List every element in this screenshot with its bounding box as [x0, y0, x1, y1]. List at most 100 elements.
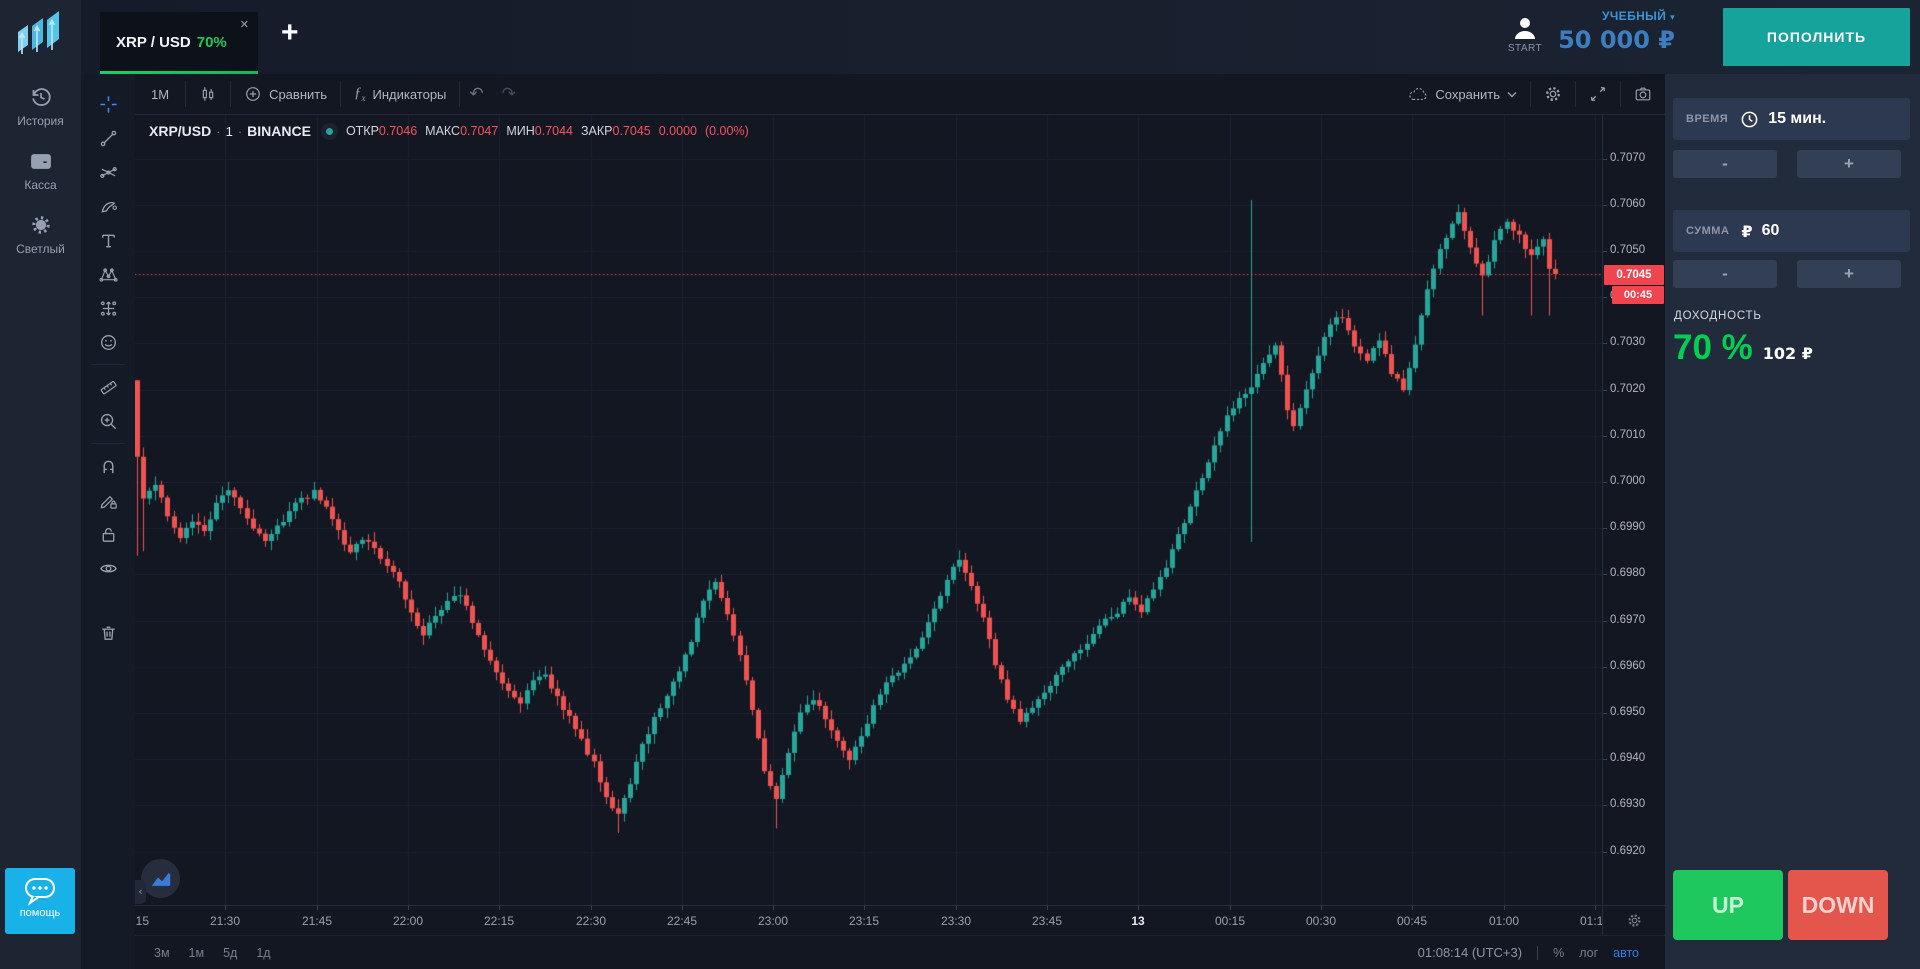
- price-axis[interactable]: 0.7045 00:45 0.70700.70600.70500.70400.7…: [1602, 115, 1665, 905]
- redo-button[interactable]: ↷: [493, 80, 525, 108]
- candlestick-canvas[interactable]: [135, 115, 1602, 905]
- toolbar-separator: [91, 443, 125, 444]
- text-tool[interactable]: [91, 223, 125, 257]
- range-button-3m[interactable]: 3м: [154, 946, 170, 960]
- time-tick-label: 23:30: [932, 914, 980, 928]
- save-layout-button[interactable]: Сохранить: [1395, 80, 1530, 108]
- deposit-button[interactable]: ПОПОЛНИТЬ: [1723, 8, 1910, 66]
- close-icon[interactable]: ✕: [240, 18, 249, 31]
- sidebar-item-label: История: [0, 114, 81, 128]
- price-tick-label: 0.6920: [1610, 845, 1664, 857]
- circle-plus-icon: [244, 85, 262, 103]
- range-button-5d[interactable]: 5д: [223, 946, 237, 960]
- up-trade-button[interactable]: UP: [1673, 870, 1783, 940]
- expiry-time-field[interactable]: ВРЕМЯ 15 мин.: [1673, 98, 1910, 140]
- account-avatar[interactable]: START: [1502, 15, 1548, 54]
- down-trade-button[interactable]: DOWN: [1788, 870, 1888, 940]
- balance-block: УЧЕБНЫЙ ▾ 50 000 ₽: [1558, 9, 1675, 54]
- time-tickmark: [408, 906, 409, 910]
- help-button-label: помощь: [5, 907, 75, 919]
- time-field-label: ВРЕМЯ: [1686, 113, 1728, 125]
- camera-icon: [1634, 85, 1652, 103]
- remove-all-tool[interactable]: [91, 615, 125, 649]
- time-minus-button[interactable]: -: [1673, 150, 1777, 178]
- history-icon: [0, 85, 81, 109]
- price-tickmark: [1603, 159, 1607, 160]
- price-tick-label: 0.7030: [1610, 336, 1664, 348]
- axis-settings-corner[interactable]: [1602, 905, 1665, 935]
- amount-minus-button[interactable]: -: [1673, 260, 1777, 288]
- help-button[interactable]: помощь: [5, 868, 75, 934]
- time-tick-label: 21:15: [135, 914, 158, 928]
- sidebar-item-history[interactable]: История: [0, 74, 81, 138]
- clock-utc[interactable]: 01:08:14 (UTC+3): [1418, 945, 1522, 960]
- price-tickmark: [1603, 297, 1607, 298]
- time-tickmark: [317, 906, 318, 910]
- fullscreen-button[interactable]: [1576, 80, 1620, 108]
- amount-field[interactable]: СУММА ₽ 60: [1673, 210, 1910, 252]
- range-button-1d[interactable]: 1д: [256, 946, 270, 960]
- ruler-tool[interactable]: [91, 370, 125, 404]
- compare-button[interactable]: Сравнить: [231, 80, 340, 108]
- price-tickmark: [1603, 343, 1607, 344]
- legend-change: 0.0000: [659, 124, 697, 138]
- sidebar-item-label: Касса: [0, 178, 81, 192]
- emoji-tool[interactable]: [91, 325, 125, 359]
- percent-scale-toggle[interactable]: %: [1553, 946, 1564, 960]
- undo-button[interactable]: ↶: [460, 80, 492, 108]
- tradingview-logo-button[interactable]: [141, 859, 180, 898]
- chart-style-button[interactable]: [186, 80, 230, 108]
- time-tickmark: [1321, 906, 1322, 910]
- brush-tool[interactable]: [91, 189, 125, 223]
- legend-symbol[interactable]: XRP/USD: [149, 123, 211, 139]
- time-axis[interactable]: 21:1521:3021:4522:0022:1522:3022:4523:00…: [135, 905, 1602, 935]
- trend-line-tool[interactable]: [91, 121, 125, 155]
- time-tick-label: 22:00: [384, 914, 432, 928]
- log-scale-toggle[interactable]: лог: [1579, 946, 1598, 960]
- xabcd-pattern-tool[interactable]: [91, 257, 125, 291]
- long-position-tool[interactable]: [91, 291, 125, 325]
- trade-panel: ВРЕМЯ 15 мин. - + СУММА ₽ 60 - + ДОХОДНО…: [1665, 74, 1920, 969]
- range-button-1m[interactable]: 1м: [189, 946, 205, 960]
- sidebar-item-theme[interactable]: Светлый: [0, 202, 81, 266]
- add-tab-button[interactable]: +: [281, 18, 299, 48]
- last-price-badge: 0.7045: [1604, 265, 1664, 285]
- auto-scale-toggle[interactable]: авто: [1613, 946, 1639, 960]
- legend-change-pct: (0.00%): [705, 124, 749, 138]
- indicators-button[interactable]: ƒx Индикаторы: [341, 80, 459, 108]
- legend-open: ОТКР0.7046: [346, 124, 417, 138]
- crosshair-tool[interactable]: [91, 87, 125, 121]
- chat-bubble-icon: [5, 876, 75, 906]
- screenshot-button[interactable]: [1621, 80, 1665, 108]
- amount-plus-button[interactable]: +: [1797, 260, 1901, 288]
- time-tick-label: 00:45: [1388, 914, 1436, 928]
- price-tickmark: [1603, 574, 1607, 575]
- redo-icon: ↷: [502, 84, 516, 104]
- drawing-lock-tool[interactable]: [91, 483, 125, 517]
- time-tickmark: [1412, 906, 1413, 910]
- asset-tab[interactable]: XRP / USD70% ✕: [100, 12, 258, 74]
- account-type-dropdown[interactable]: УЧЕБНЫЙ ▾: [1558, 9, 1675, 23]
- time-tick-label: 22:15: [475, 914, 523, 928]
- chart-settings-button[interactable]: [1531, 80, 1575, 108]
- app-logo[interactable]: [16, 8, 62, 60]
- time-plus-button[interactable]: +: [1797, 150, 1901, 178]
- sidebar-item-cashier[interactable]: Касса: [0, 138, 81, 202]
- hide-all-tool[interactable]: [91, 551, 125, 585]
- price-tickmark: [1603, 251, 1607, 252]
- fib-retracement-tool[interactable]: [91, 155, 125, 189]
- time-tick-label: 22:45: [658, 914, 706, 928]
- function-icon: ƒx: [354, 85, 366, 103]
- time-tickmark: [591, 906, 592, 910]
- price-tick-label: 0.6940: [1610, 752, 1664, 764]
- clock-icon: [1740, 110, 1759, 129]
- interval-button[interactable]: 1М: [135, 80, 185, 108]
- avatar-label: START: [1502, 43, 1548, 54]
- lock-all-tool[interactable]: [91, 517, 125, 551]
- price-tick-label: 0.7060: [1610, 198, 1664, 210]
- magnet-tool[interactable]: [91, 449, 125, 483]
- time-tickmark: [864, 906, 865, 910]
- fullscreen-icon: [1589, 85, 1607, 103]
- zoom-in-tool[interactable]: [91, 404, 125, 438]
- collapse-toolbar-handle[interactable]: ‹: [135, 880, 146, 904]
